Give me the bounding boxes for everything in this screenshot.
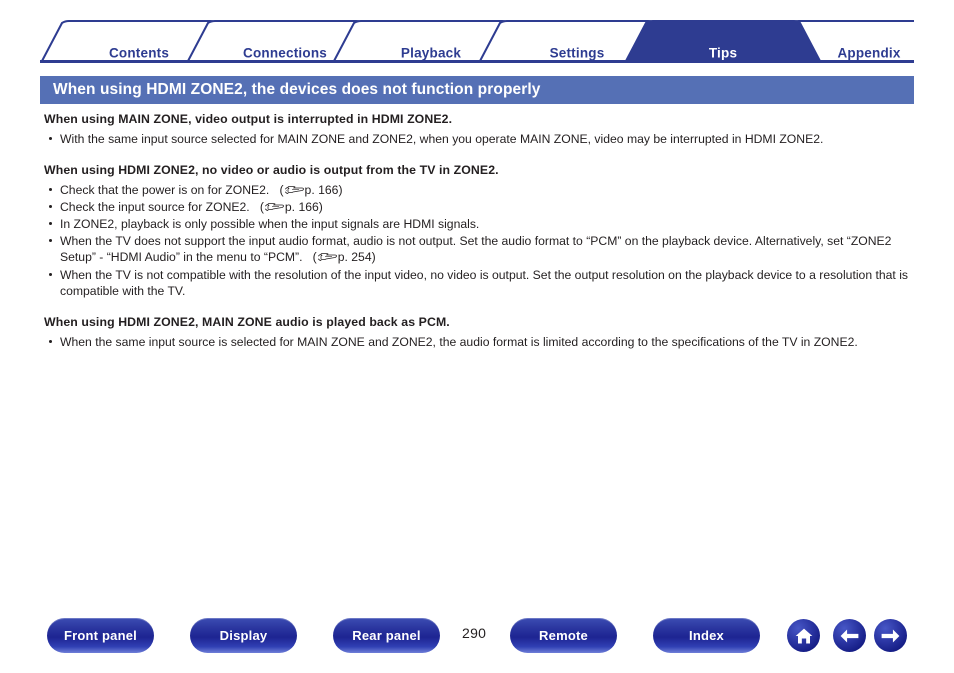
page-reference-link[interactable]: ( p. 166) — [273, 183, 342, 198]
list-item-text: With the same input source selected for … — [60, 132, 824, 146]
tab-playback[interactable]: Playback — [401, 46, 461, 61]
arrow-left-icon — [839, 627, 860, 645]
tab-bar[interactable]: Contents Connections Playback Settings T… — [40, 20, 914, 62]
content-section: When using HDMI ZONE2, MAIN ZONE audio i… — [44, 315, 914, 350]
pointing-hand-icon — [265, 201, 284, 212]
tab-tips[interactable]: Tips — [709, 46, 737, 61]
home-icon — [794, 626, 814, 646]
list-item: When the TV is not compatible with the r… — [44, 267, 914, 299]
list-item: Check the input source for ZONE2. ( p. 1… — [44, 199, 914, 215]
page-content: When using MAIN ZONE, video output is in… — [44, 112, 914, 351]
list-item: Check that the power is on for ZONE2. ( … — [44, 182, 914, 198]
front-panel-button[interactable]: Front panel — [47, 618, 154, 653]
list-item: With the same input source selected for … — [44, 131, 914, 147]
page-number: 290 — [462, 625, 487, 641]
back-button[interactable] — [833, 619, 866, 652]
page-reference-link[interactable]: ( p. 254) — [306, 250, 376, 264]
page-reference-label: p. 254 — [337, 250, 372, 265]
list-item-text: When the same input source is selected f… — [60, 334, 858, 349]
pointing-hand-icon — [284, 184, 304, 195]
list-item-text: Check the input source for ZONE2. — [60, 200, 250, 215]
section-list: With the same input source selected for … — [44, 131, 914, 147]
list-item: When the TV does not support the input a… — [44, 233, 914, 265]
content-section: When using HDMI ZONE2, no video or audio… — [44, 163, 914, 299]
tab-bar-underline — [40, 60, 914, 63]
display-button[interactable]: Display — [190, 618, 297, 653]
list-item-text: When the TV is not compatible with the r… — [60, 267, 909, 298]
footer-nav: Front panel Display Rear panel 290 Remot… — [0, 618, 954, 658]
home-button[interactable] — [787, 619, 820, 652]
tab-bar-shapes — [40, 20, 914, 62]
remote-button[interactable]: Remote — [510, 618, 617, 653]
index-button[interactable]: Index — [653, 618, 760, 653]
section-heading: When using HDMI ZONE2, MAIN ZONE audio i… — [44, 314, 450, 329]
list-item-text: In ZONE2, playback is only possible when… — [60, 217, 480, 232]
list-item-text: Check that the power is on for ZONE2. — [60, 183, 270, 198]
section-heading: When using HDMI ZONE2, no video or audio… — [44, 163, 499, 178]
page-reference-label: p. 166 — [304, 183, 339, 198]
section-heading: When using MAIN ZONE, video output is in… — [44, 112, 453, 126]
section-list: When the same input source is selected f… — [44, 334, 914, 350]
tab-settings[interactable]: Settings — [550, 46, 605, 61]
page-title-bar: When using HDMI ZONE2, the devices does … — [40, 76, 914, 104]
page-title: When using HDMI ZONE2, the devices does … — [53, 81, 541, 98]
tab-contents[interactable]: Contents — [109, 46, 169, 61]
rear-panel-button[interactable]: Rear panel — [333, 618, 440, 653]
list-item: When the same input source is selected f… — [44, 334, 914, 350]
tab-appendix[interactable]: Appendix — [837, 46, 900, 61]
forward-button[interactable] — [874, 619, 907, 652]
page-reference-label: p. 166 — [284, 200, 319, 215]
pointing-hand-icon — [317, 251, 337, 262]
section-list: Check that the power is on for ZONE2. ( … — [44, 182, 914, 299]
arrow-right-icon — [880, 627, 901, 645]
list-item: In ZONE2, playback is only possible when… — [44, 216, 914, 232]
page-reference-link[interactable]: ( p. 166) — [253, 200, 323, 214]
content-section: When using MAIN ZONE, video output is in… — [44, 112, 914, 147]
list-item-text: When the TV does not support the input a… — [60, 234, 892, 265]
tab-connections[interactable]: Connections — [243, 46, 327, 61]
